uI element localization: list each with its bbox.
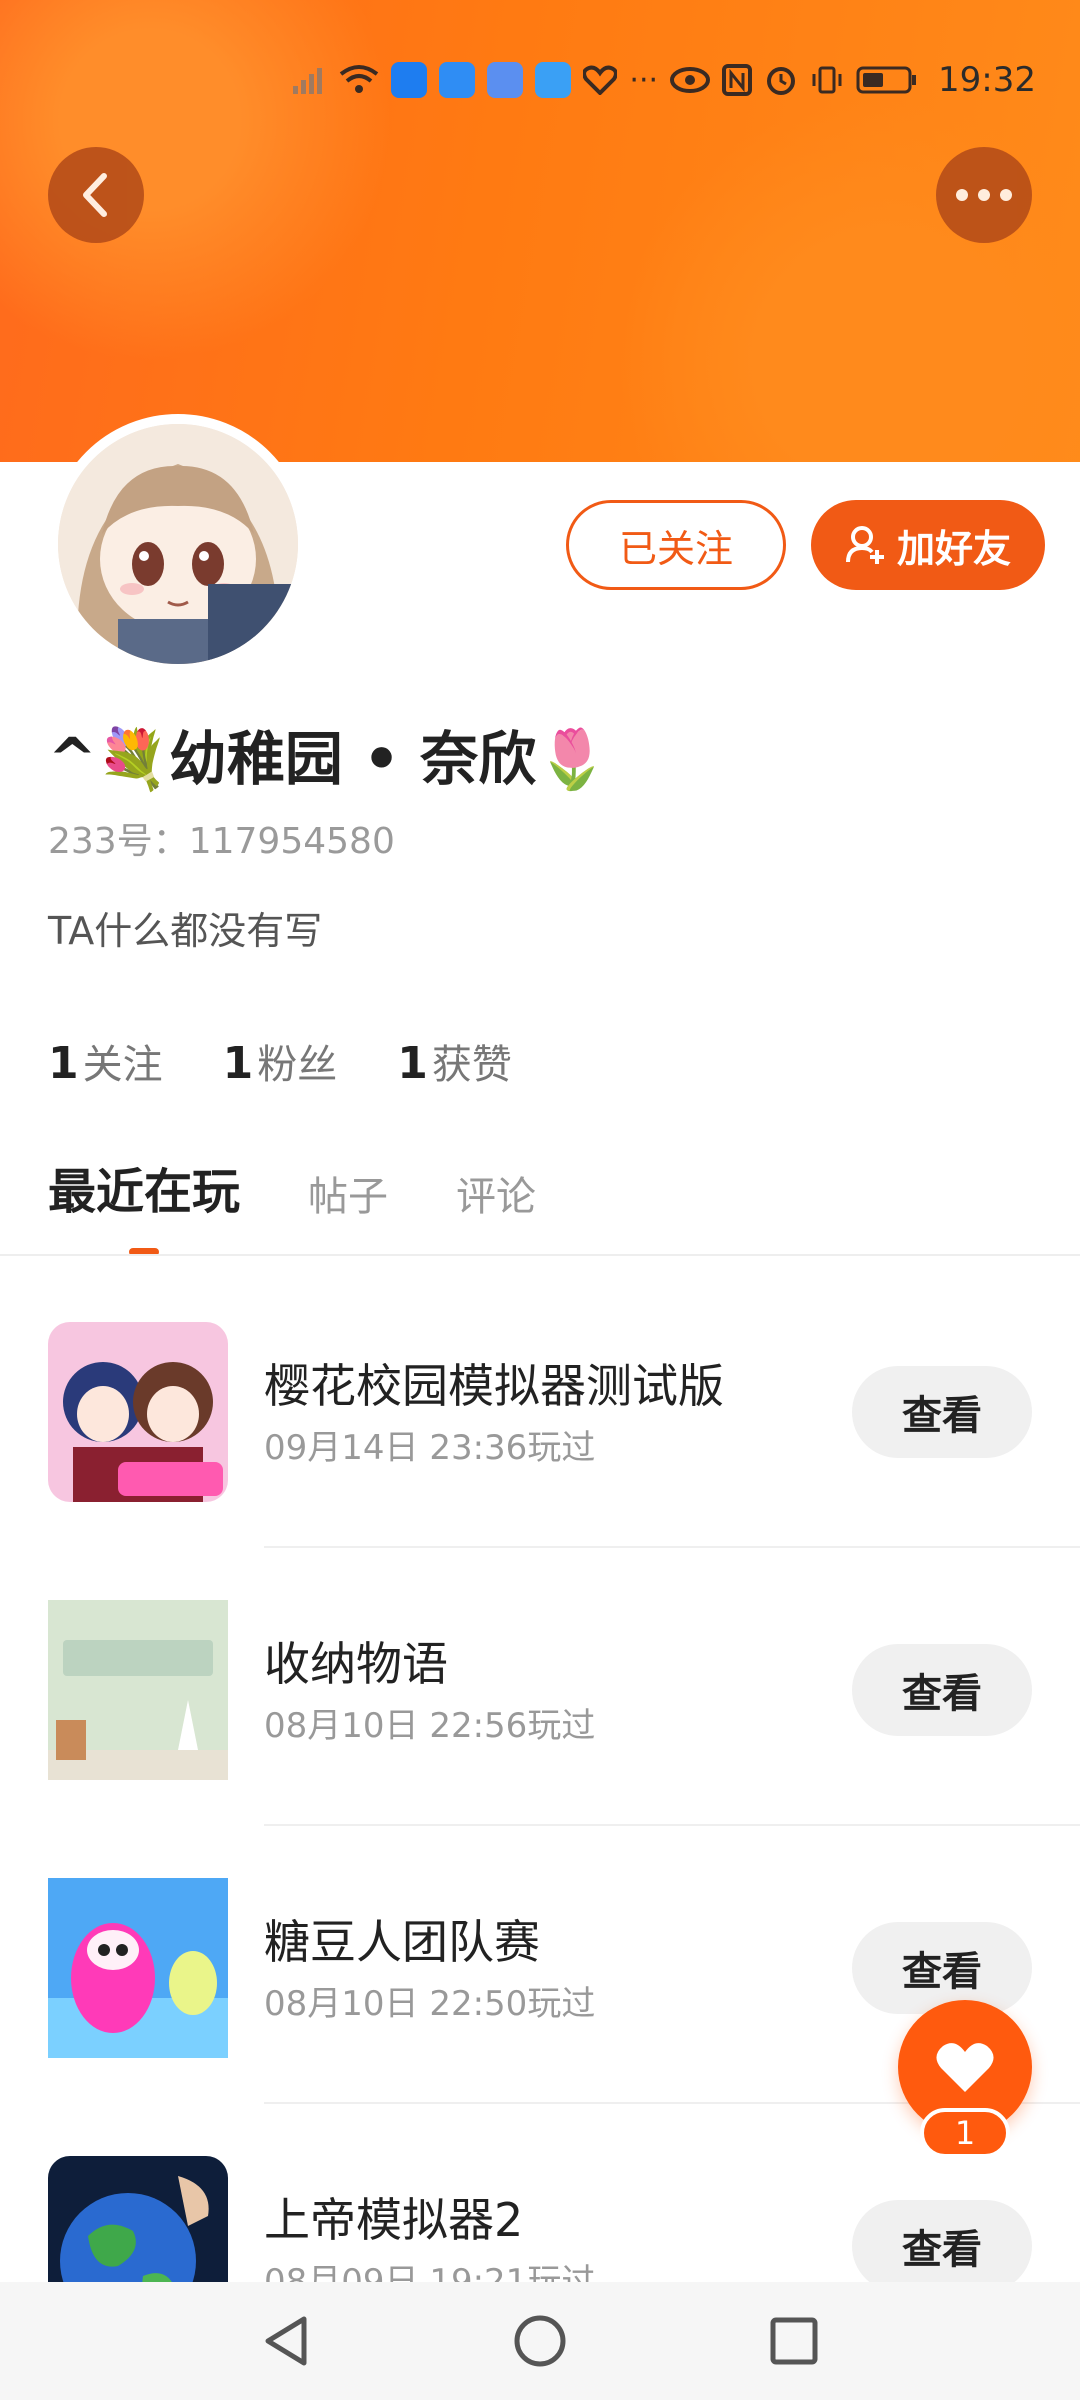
- system-navigation-bar: [0, 2282, 1080, 2400]
- search-app-icon: [535, 62, 572, 98]
- view-button[interactable]: 查看: [852, 1922, 1032, 2014]
- heart-health-icon: [583, 65, 618, 95]
- status-time: 19:32: [938, 60, 1036, 100]
- like-count-badge: 1: [920, 2108, 1010, 2158]
- wifi-icon: [340, 65, 379, 93]
- game-played-time: 09月14日 23:36玩过: [264, 1428, 596, 1468]
- fall-guys-game-icon: [48, 1878, 228, 2058]
- tab-comments[interactable]: 评论: [456, 1164, 536, 1222]
- add-friend-button[interactable]: 加好友: [811, 500, 1045, 590]
- stat-likes[interactable]: 1 获赞: [397, 1032, 512, 1090]
- more-notifications-indicator: ···: [629, 62, 659, 98]
- stat-count: 1: [397, 1038, 428, 1089]
- more-options-button[interactable]: [936, 147, 1032, 243]
- list-item[interactable]: 收纳物语 08月10日 22:56玩过 查看: [0, 1548, 1080, 1826]
- tabs-divider: [0, 1254, 1080, 1256]
- game-played-time: 08月10日 22:50玩过: [264, 1984, 596, 2024]
- recents-square-icon[interactable]: [768, 2315, 820, 2367]
- view-button[interactable]: 查看: [852, 1644, 1032, 1736]
- battery-icon: [856, 66, 917, 94]
- shield-app-icon: [391, 62, 428, 98]
- game-title: 樱花校园模拟器测试版: [264, 1359, 724, 1413]
- stat-label: 粉丝: [257, 1042, 338, 1088]
- more-horizontal-icon: [956, 189, 1012, 201]
- list-item[interactable]: 樱花校园模拟器测试版 09月14日 23:36玩过 查看: [0, 1270, 1080, 1548]
- sakura-school-game-icon: [48, 1322, 228, 1502]
- bio: TA什么都没有写: [48, 909, 323, 953]
- status-icons: ···: [291, 62, 918, 98]
- game-title: 上帝模拟器2: [264, 2193, 524, 2247]
- anime-girl-avatar-image: [58, 424, 298, 664]
- profile-stats: 1 关注 1 粉丝 1 获赞: [48, 1032, 512, 1090]
- back-button[interactable]: [48, 147, 144, 243]
- recently-played-list: 樱花校园模拟器测试版 09月14日 23:36玩过 查看 收纳物语 08月10日…: [0, 1270, 1080, 2382]
- tab-recently-played[interactable]: 最近在玩: [48, 1152, 240, 1222]
- chevron-left-icon: [83, 173, 107, 217]
- view-button[interactable]: 查看: [852, 2200, 1032, 2292]
- stat-label: 关注: [82, 1042, 163, 1088]
- add-friend-label: 加好友: [896, 526, 1011, 571]
- nickname: ^💐幼稚园 • 奈欣🌷: [48, 725, 609, 793]
- weather-app-icon: [439, 62, 476, 98]
- cloud-app-icon: [487, 62, 524, 98]
- game-played-time: 08月10日 22:56玩过: [264, 1706, 596, 1746]
- stat-label: 获赞: [431, 1042, 512, 1088]
- stat-fans[interactable]: 1 粉丝: [223, 1032, 338, 1090]
- user-id: 233号：117954580: [48, 821, 395, 862]
- add-user-icon: [845, 526, 884, 564]
- status-bar: ··· 19:32: [291, 52, 1036, 108]
- signal-icon: [293, 68, 323, 94]
- avatar[interactable]: [48, 414, 308, 674]
- unpacking-game-icon: [48, 1600, 228, 1780]
- nfc-icon: [722, 64, 753, 96]
- game-title: 糖豆人团队赛: [264, 1915, 540, 1969]
- vibrate-icon: [812, 66, 842, 94]
- game-title: 收纳物语: [264, 1637, 448, 1691]
- back-triangle-icon[interactable]: [260, 2313, 312, 2369]
- eye-icon: [670, 67, 711, 93]
- tab-posts[interactable]: 帖子: [308, 1164, 388, 1222]
- stat-count: 1: [48, 1038, 79, 1089]
- profile-tabs: 最近在玩 帖子 评论: [48, 1152, 536, 1222]
- heart-icon: [936, 2043, 994, 2092]
- following-button[interactable]: 已关注: [566, 500, 786, 590]
- home-circle-icon[interactable]: [512, 2313, 568, 2369]
- alarm-icon: [767, 67, 796, 95]
- stat-following[interactable]: 1 关注: [48, 1032, 163, 1090]
- stat-count: 1: [222, 1038, 254, 1089]
- profile-card: 已关注 加好友 ^💐幼稚园 • 奈欣🌷 233号：117954580 TA什么都…: [0, 414, 1080, 2336]
- view-button[interactable]: 查看: [852, 1366, 1032, 1458]
